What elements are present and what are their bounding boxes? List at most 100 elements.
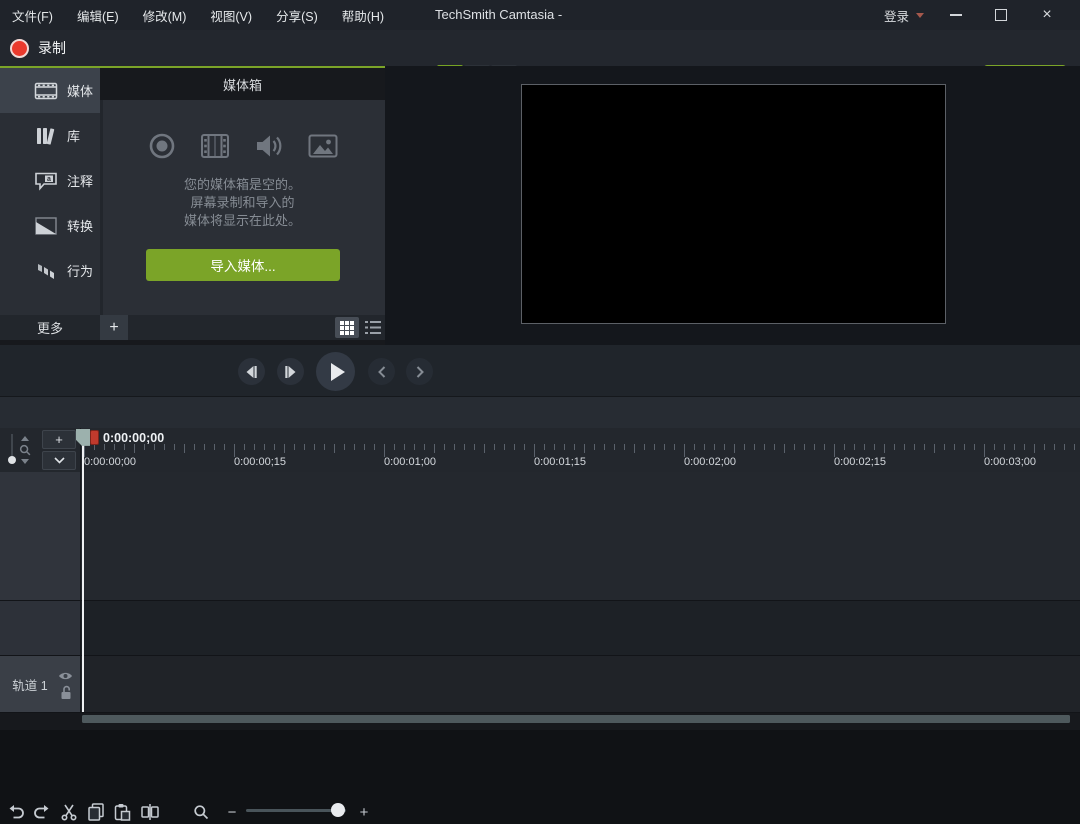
grid-view-icon — [340, 321, 354, 335]
step-back-button[interactable] — [238, 358, 265, 385]
redo-icon — [33, 804, 51, 820]
menu-modify[interactable]: 修改(M) — [131, 0, 199, 30]
timeline-empty-area[interactable] — [80, 472, 1080, 600]
login-label: 登录 — [884, 6, 909, 25]
ruler-label: 0:00:02;00 — [684, 456, 736, 468]
menu-file[interactable]: 文件(F) — [0, 0, 65, 30]
plus-icon: + — [55, 432, 63, 447]
filmstrip-icon — [33, 81, 59, 101]
track-height-thumb[interactable] — [8, 456, 16, 464]
record-button[interactable]: 录制 — [10, 30, 66, 66]
track-1-label: 轨道 1 — [0, 656, 60, 712]
camtasia-window: 文件(F) 编辑(E) 修改(M) 视图(V) 分享(S) 帮助(H) Tech… — [0, 0, 1080, 730]
list-view-button[interactable] — [361, 317, 385, 338]
sidebar-item-label: 媒体 — [67, 81, 93, 100]
cut-button[interactable] — [57, 800, 81, 824]
playback-bar: 00:00 / 00:00 30 fps ⚙ 属性 — [0, 345, 1080, 396]
zoom-up-icon[interactable] — [21, 436, 29, 441]
menu-view[interactable]: 视图(V) — [198, 0, 264, 30]
svg-text:a: a — [47, 176, 51, 183]
timeline-zoom-thumb[interactable] — [331, 803, 345, 817]
empty-line-1: 您的媒体箱是空的。 — [100, 176, 385, 194]
sidebar-item-label: 库 — [67, 126, 80, 145]
jump-back-button[interactable] — [368, 358, 395, 385]
active-tab-accent — [0, 66, 385, 68]
minus-icon: − — [228, 805, 237, 820]
minimize-button[interactable] — [938, 0, 974, 30]
add-tab-button[interactable]: + — [100, 315, 128, 340]
import-media-button[interactable]: 导入媒体... — [146, 249, 340, 281]
panel-bottom-bar: 更多 + — [0, 315, 385, 340]
main-toolbar: 录制 22% 分享 — [0, 30, 1080, 66]
track-options-button[interactable] — [42, 451, 76, 470]
audio-icon — [254, 132, 284, 160]
unlock-icon[interactable] — [60, 685, 72, 700]
timeline-corner: + — [0, 428, 80, 472]
menu-edit[interactable]: 编辑(E) — [65, 0, 131, 30]
playhead-out-handle[interactable] — [90, 430, 99, 445]
timeline-ruler[interactable]: 0:00:00;00 0:00:00;15 0:00:01;00 0:00:01… — [80, 428, 1080, 472]
menu-share[interactable]: 分享(S) — [264, 0, 330, 30]
play-button[interactable] — [316, 352, 355, 391]
zoom-out-button[interactable]: − — [220, 800, 244, 824]
sidebar-item-library[interactable]: 库 — [0, 113, 100, 158]
sidebar-item-label: 行为 — [67, 261, 93, 280]
playhead[interactable] — [82, 429, 84, 712]
empty-line-2: 屏幕录制和导入的 — [100, 194, 385, 212]
copy-button[interactable] — [84, 800, 108, 824]
magnifier-icon — [19, 444, 31, 456]
close-button[interactable]: × — [1029, 0, 1065, 30]
login-button[interactable]: 登录 — [884, 0, 924, 30]
media-type-icons — [100, 132, 385, 160]
split-icon — [140, 803, 160, 821]
sidebar-item-transitions[interactable]: 转换 — [0, 203, 100, 248]
play-icon — [330, 363, 345, 381]
ruler-label: 0:00:01;00 — [384, 456, 436, 468]
behaviors-icon — [33, 261, 59, 281]
canvas-area — [385, 66, 1080, 345]
split-button[interactable] — [138, 800, 162, 824]
track-1-lane[interactable] — [80, 656, 1080, 712]
maximize-icon — [995, 9, 1007, 21]
zoom-down-icon[interactable] — [21, 459, 29, 464]
track-gutter — [0, 601, 80, 655]
plus-icon: + — [360, 805, 369, 820]
maximize-button[interactable] — [983, 0, 1019, 30]
window-title: TechSmith Camtasia - — [435, 0, 562, 30]
sidebar-item-media[interactable]: 媒体 — [0, 68, 100, 113]
magnifier-icon — [193, 804, 209, 820]
callout-icon: a — [33, 171, 59, 191]
horizontal-scrollbar[interactable] — [82, 715, 1070, 723]
track-1-header[interactable]: 轨道 1 — [0, 656, 80, 712]
paste-button[interactable] — [110, 800, 134, 824]
timeline-empty-area[interactable] — [80, 601, 1080, 655]
sidebar-more-button[interactable]: 更多 — [0, 315, 100, 340]
sidebar-item-behaviors[interactable]: 行为 — [0, 248, 100, 293]
jump-forward-button[interactable] — [406, 358, 433, 385]
step-forward-button[interactable] — [277, 358, 304, 385]
step-back-icon — [245, 366, 258, 378]
menu-help[interactable]: 帮助(H) — [330, 0, 396, 30]
chevron-down-icon — [54, 457, 65, 464]
copy-icon — [87, 803, 105, 821]
zoom-in-button[interactable]: + — [352, 800, 376, 824]
timeline-scroll-area — [0, 713, 1080, 730]
playhead-time: 0:00:00;00 — [103, 431, 164, 445]
chevron-left-icon — [378, 366, 386, 378]
ruler-label: 0:00:03;00 — [984, 456, 1036, 468]
ruler-label: 0:00:00;15 — [234, 456, 286, 468]
timeline-zoom-button[interactable] — [189, 800, 213, 824]
add-track-button[interactable]: + — [42, 430, 76, 449]
preview-stage[interactable] — [521, 84, 946, 324]
media-bin-title: 媒体箱 — [100, 68, 385, 100]
eye-icon[interactable] — [58, 671, 73, 681]
books-icon — [33, 126, 59, 146]
recording-icon — [148, 132, 176, 160]
ruler-label: 0:00:02;15 — [834, 456, 886, 468]
record-icon — [10, 39, 29, 58]
undo-button[interactable] — [4, 800, 28, 824]
sidebar-item-annotations[interactable]: a 注释 — [0, 158, 100, 203]
video-icon — [200, 133, 230, 159]
redo-button[interactable] — [30, 800, 54, 824]
grid-view-button[interactable] — [335, 317, 359, 338]
